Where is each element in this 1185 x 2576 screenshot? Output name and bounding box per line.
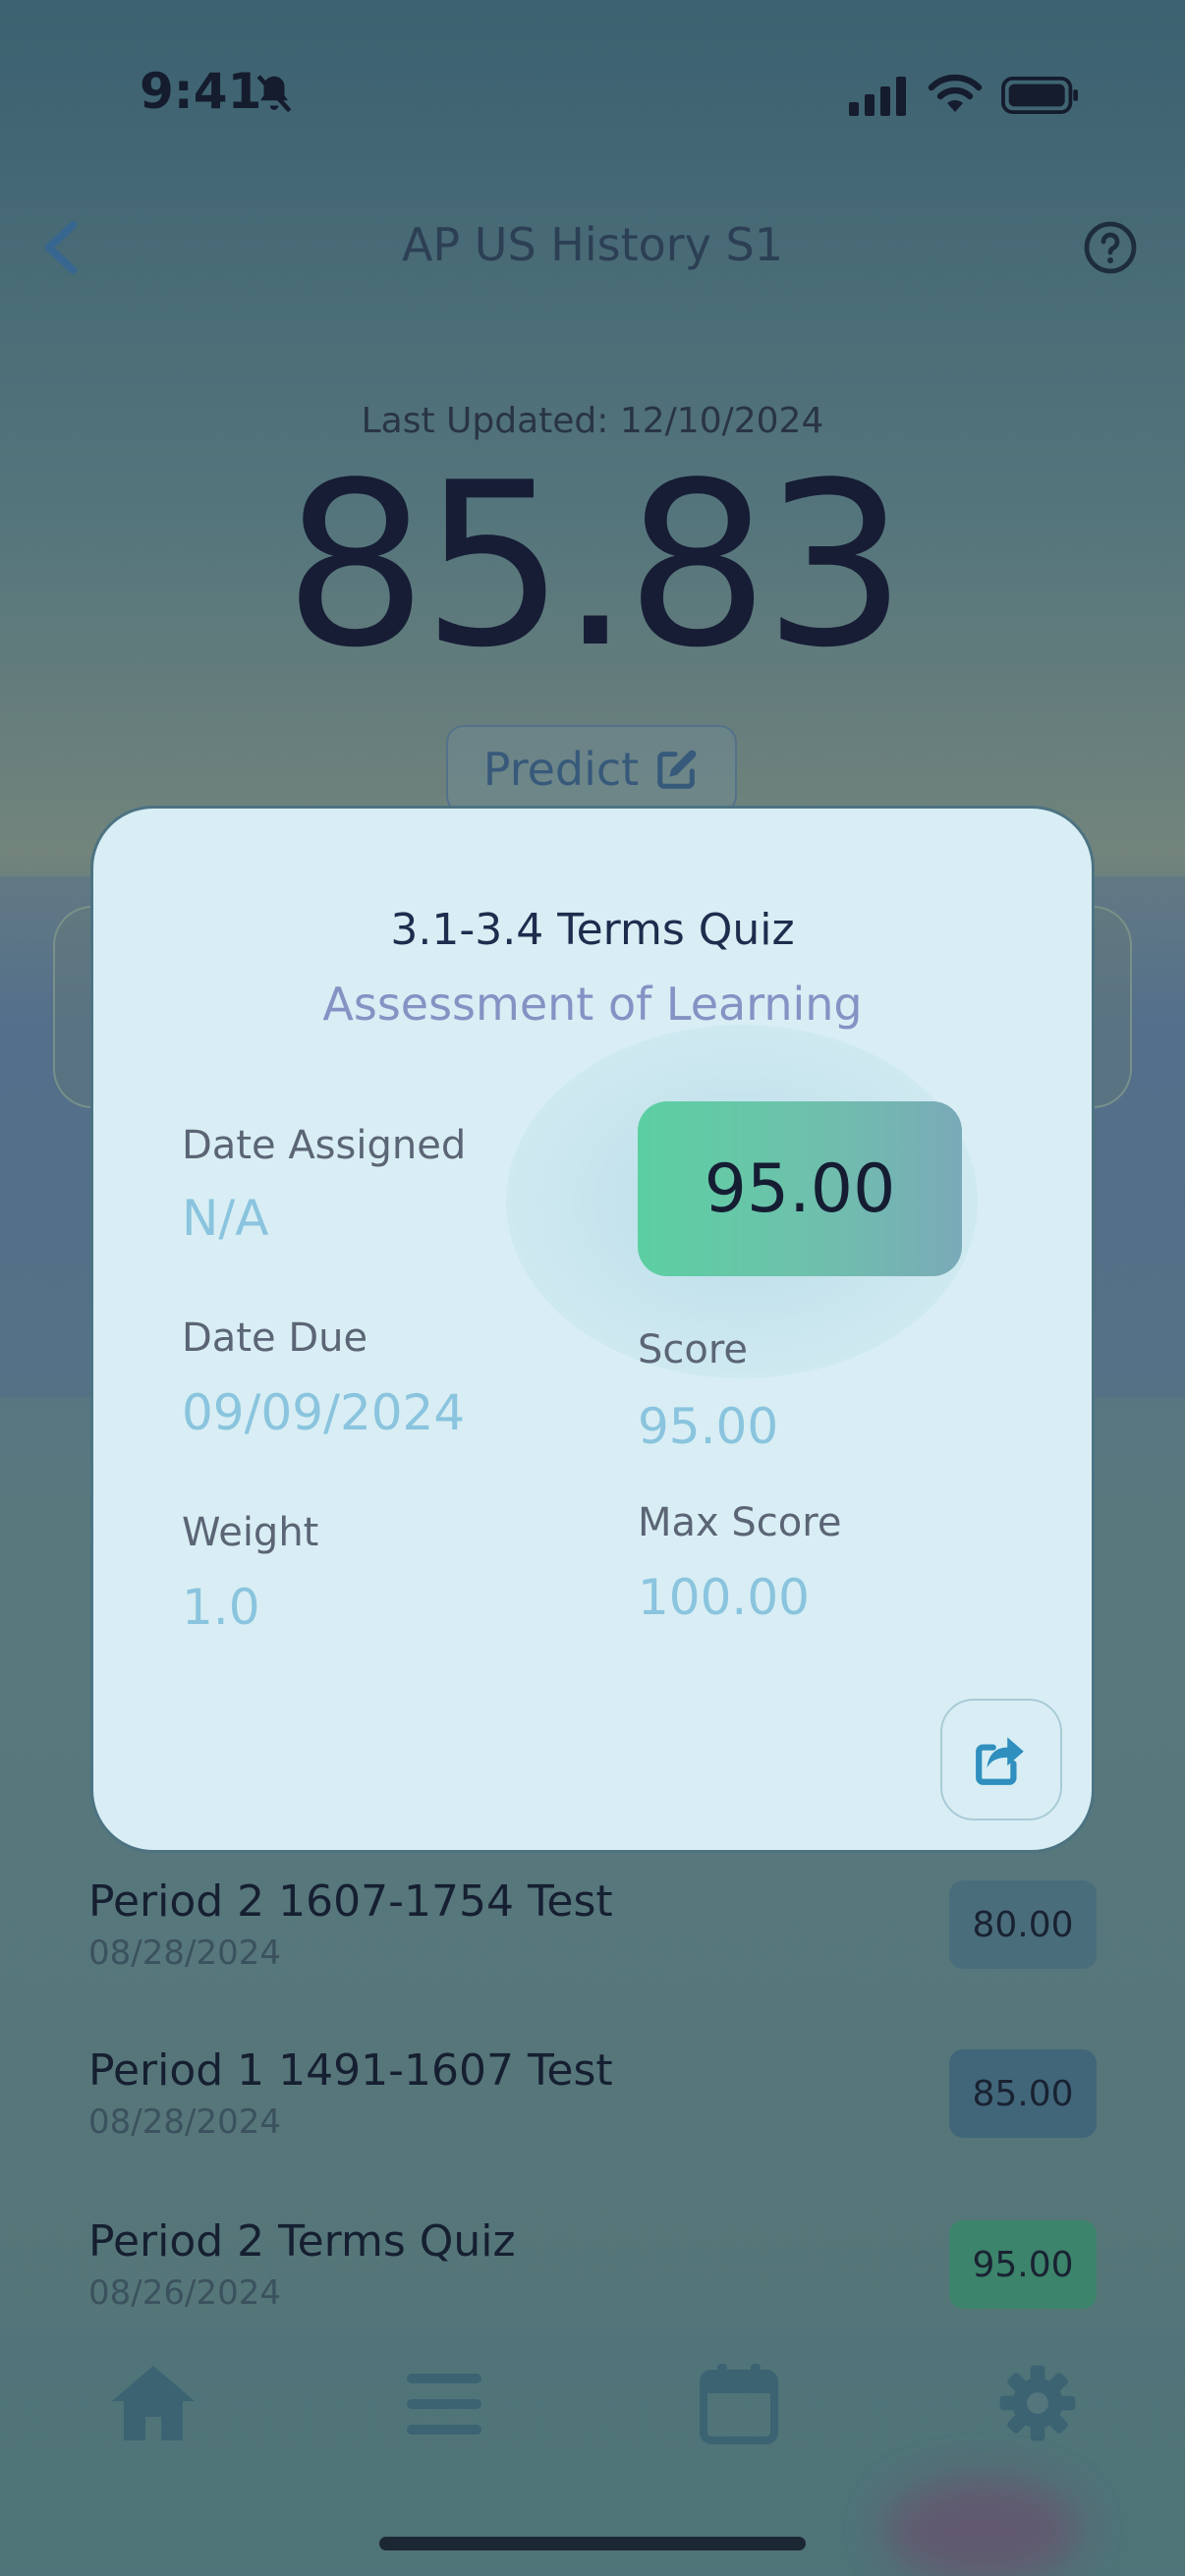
share-button[interactable] bbox=[940, 1699, 1062, 1820]
weight-label: Weight bbox=[182, 1510, 319, 1555]
date-due-value: 09/09/2024 bbox=[182, 1384, 466, 1441]
max-score-value: 100.00 bbox=[638, 1569, 810, 1626]
score-badge: 95.00 bbox=[638, 1101, 962, 1276]
date-assigned-value: N/A bbox=[182, 1190, 269, 1247]
max-score-label: Max Score bbox=[638, 1500, 842, 1545]
score-label: Score bbox=[638, 1327, 749, 1372]
date-due-label: Date Due bbox=[182, 1316, 368, 1361]
date-assigned-label: Date Assigned bbox=[182, 1123, 467, 1168]
score-value: 95.00 bbox=[638, 1398, 779, 1455]
weight-value: 1.0 bbox=[182, 1579, 260, 1636]
assignment-detail-modal: 3.1-3.4 Terms Quiz Assessment of Learnin… bbox=[90, 806, 1095, 1853]
share-icon bbox=[976, 1737, 1024, 1785]
modal-subtitle: Assessment of Learning bbox=[322, 978, 863, 1031]
modal-title: 3.1-3.4 Terms Quiz bbox=[390, 905, 795, 955]
